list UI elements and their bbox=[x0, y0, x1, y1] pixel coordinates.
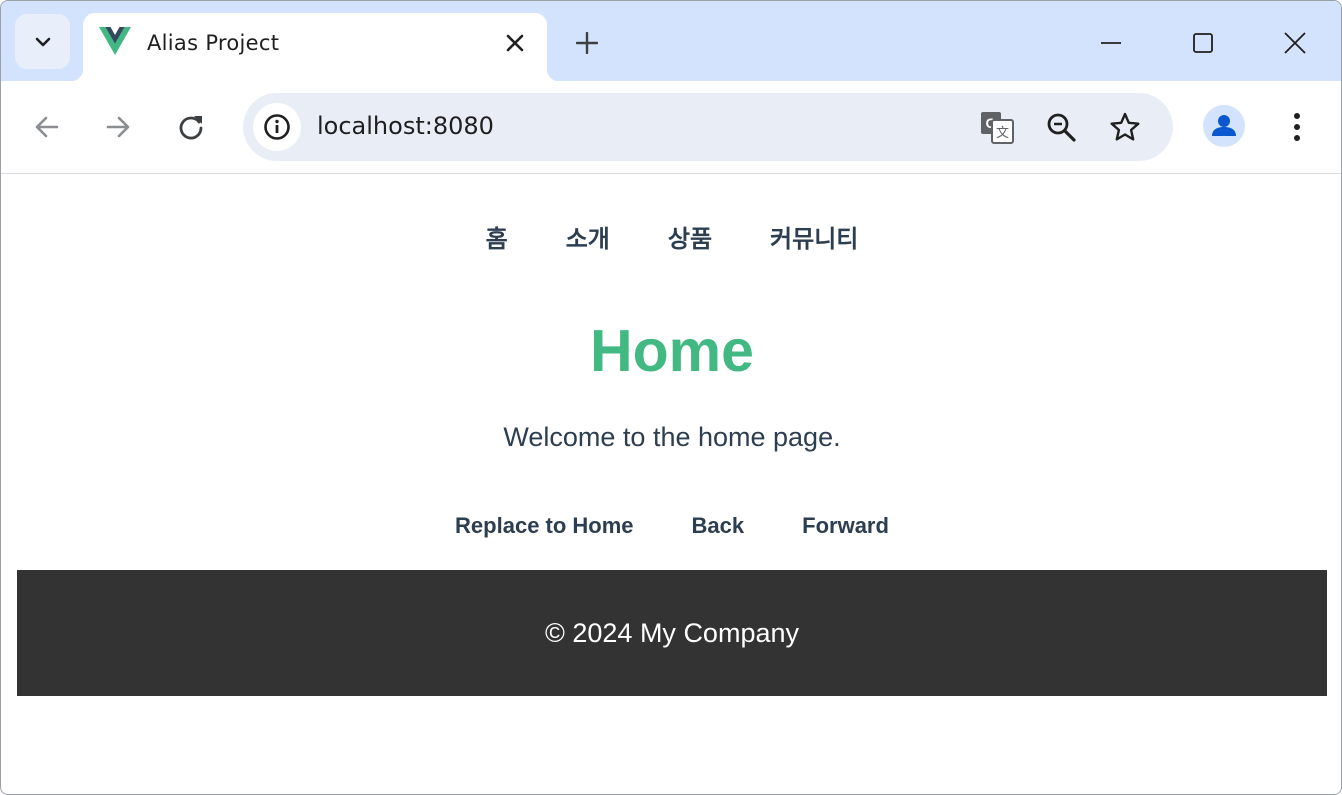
page-content: 홈 소개 상품 커뮤니티 Home Welcome to the home pa… bbox=[1, 175, 1341, 794]
forward-button[interactable] bbox=[98, 107, 138, 147]
person-icon bbox=[1212, 115, 1236, 136]
main-nav: 홈 소개 상품 커뮤니티 bbox=[1, 219, 1341, 254]
tab-title: Alias Project bbox=[147, 31, 280, 55]
info-icon bbox=[264, 114, 290, 140]
nav-link-home[interactable]: 홈 bbox=[486, 219, 508, 254]
footer-copyright: © 2024 My Company bbox=[544, 617, 799, 648]
page-footer: © 2024 My Company bbox=[17, 570, 1327, 696]
site-info-button[interactable] bbox=[253, 103, 301, 151]
tab-strip: Alias Project bbox=[1, 1, 1341, 81]
browser-toolbar: localhost:8080 G 文 bbox=[1, 81, 1341, 174]
back-button[interactable] bbox=[27, 107, 67, 147]
nav-link-about[interactable]: 소개 bbox=[566, 219, 610, 254]
forward-link[interactable]: Forward bbox=[802, 513, 889, 539]
tab-search-button[interactable] bbox=[15, 14, 70, 69]
translate-icon: G 文 bbox=[981, 112, 1014, 144]
address-bar[interactable]: localhost:8080 G 文 bbox=[243, 93, 1173, 161]
close-tab-button[interactable] bbox=[501, 29, 529, 57]
minimize-icon bbox=[1101, 42, 1121, 44]
star-icon bbox=[1110, 112, 1140, 141]
arrow-left-icon bbox=[35, 116, 59, 138]
svg-text:文: 文 bbox=[996, 126, 1009, 141]
minimize-button[interactable] bbox=[1091, 23, 1131, 63]
maximize-icon bbox=[1193, 33, 1213, 53]
profile-button[interactable] bbox=[1203, 105, 1245, 147]
more-vert-icon bbox=[1294, 113, 1300, 141]
page-title: Home bbox=[590, 318, 754, 384]
router-actions: Replace to Home Back Forward bbox=[1, 513, 1341, 539]
arrow-right-icon bbox=[106, 116, 130, 138]
close-icon bbox=[1284, 32, 1306, 54]
nav-link-products[interactable]: 상품 bbox=[668, 219, 712, 254]
translate-button[interactable]: G 文 bbox=[977, 107, 1017, 147]
vue-logo-icon bbox=[99, 27, 131, 55]
back-link[interactable]: Back bbox=[692, 513, 745, 539]
welcome-message: Welcome to the home page. bbox=[503, 422, 841, 452]
browser-menu-button[interactable] bbox=[1277, 107, 1317, 147]
browser-window: Alias Project localhost:8080 文 홈 소개 상품 커… bbox=[0, 0, 1342, 795]
replace-to-home-link[interactable]: Replace to Home bbox=[455, 513, 634, 539]
maximize-button[interactable] bbox=[1183, 23, 1223, 63]
zoom-out-icon bbox=[1047, 113, 1076, 142]
new-tab-button[interactable] bbox=[571, 27, 603, 59]
bookmark-button[interactable] bbox=[1105, 107, 1145, 147]
nav-link-community[interactable]: 커뮤니티 bbox=[770, 219, 858, 254]
zoom-button[interactable] bbox=[1041, 107, 1081, 147]
close-window-button[interactable] bbox=[1275, 23, 1315, 63]
plus-icon bbox=[576, 32, 598, 54]
active-tab[interactable]: Alias Project bbox=[71, 13, 559, 81]
reload-button[interactable] bbox=[171, 107, 211, 147]
reload-icon bbox=[179, 116, 203, 140]
close-icon bbox=[506, 34, 524, 52]
url-text[interactable]: localhost:8080 bbox=[317, 112, 494, 140]
chevron-down-icon bbox=[35, 37, 50, 46]
